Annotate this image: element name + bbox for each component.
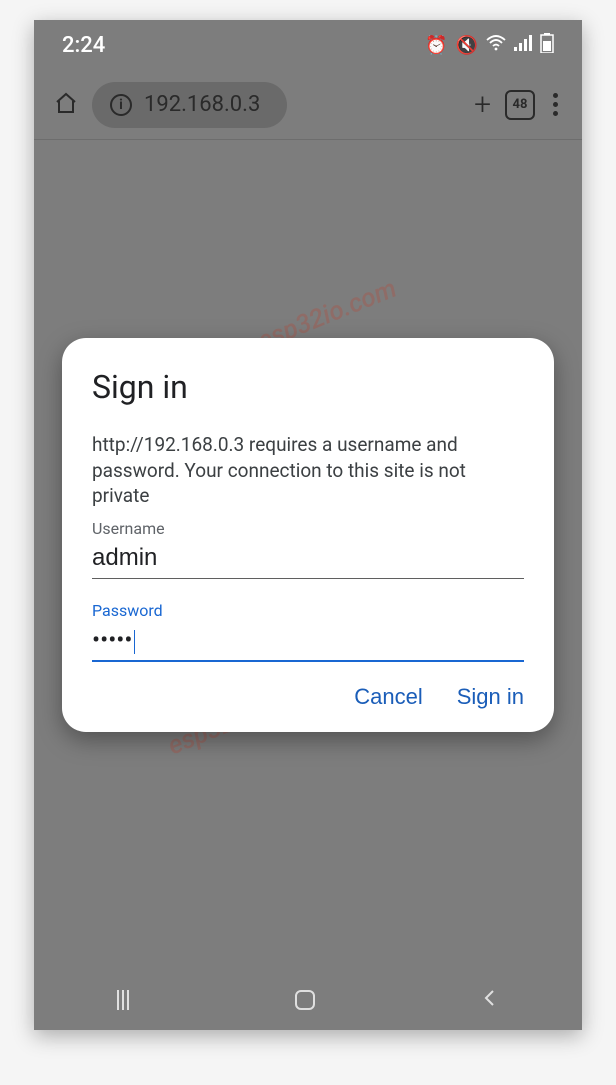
password-label: Password	[92, 601, 524, 620]
home-icon[interactable]	[54, 91, 78, 119]
cancel-button[interactable]: Cancel	[354, 684, 422, 710]
dialog-actions: Cancel Sign in	[92, 684, 524, 710]
alarm-icon: ⏰	[425, 35, 447, 56]
wifi-icon	[486, 35, 506, 56]
dialog-title: Sign in	[92, 368, 524, 406]
url-text: 192.168.0.3	[144, 92, 260, 117]
new-tab-icon[interactable]: +	[474, 87, 491, 122]
phone-screen: 2:24 ⏰ 🔇 i 192.168.0.3 + 48 esp32	[34, 20, 582, 1030]
status-time: 2:24	[62, 33, 105, 58]
menu-icon[interactable]	[549, 89, 562, 120]
battery-icon	[540, 33, 554, 58]
site-info-icon[interactable]: i	[110, 94, 132, 116]
tab-switcher[interactable]: 48	[505, 90, 535, 120]
browser-toolbar: i 192.168.0.3 + 48	[34, 70, 582, 140]
nav-home-icon[interactable]	[295, 990, 315, 1010]
username-field[interactable]	[92, 538, 524, 579]
signal-icon	[514, 35, 532, 56]
username-label: Username	[92, 519, 524, 538]
page-content: esp32io.com esp32io.com Sign in http://1…	[34, 140, 582, 970]
text-cursor	[134, 630, 136, 654]
nav-recent-icon[interactable]	[117, 990, 129, 1010]
status-icons: ⏰ 🔇	[425, 33, 554, 58]
url-bar[interactable]: i 192.168.0.3	[92, 82, 287, 128]
nav-back-icon[interactable]	[481, 989, 499, 1011]
mute-icon: 🔇	[456, 35, 478, 56]
status-bar: 2:24 ⏰ 🔇	[34, 20, 582, 70]
auth-dialog: Sign in http://192.168.0.3 requires a us…	[62, 338, 554, 732]
password-field[interactable]: •••••	[92, 620, 524, 662]
signin-button[interactable]: Sign in	[457, 684, 524, 710]
android-nav-bar	[34, 970, 582, 1030]
dialog-message: http://192.168.0.3 requires a username a…	[92, 432, 524, 509]
